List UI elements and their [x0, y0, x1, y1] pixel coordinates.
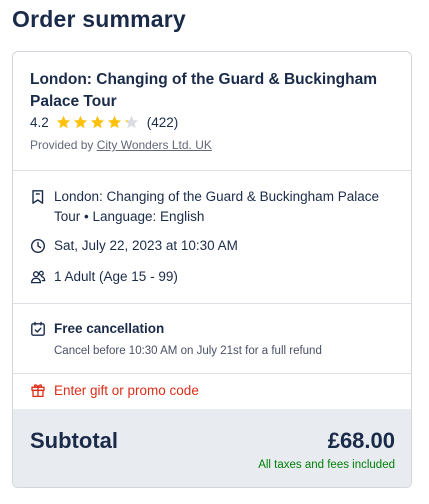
tour-language-row: London: Changing of the Guard & Buckingh…: [30, 187, 394, 227]
clock-icon: [30, 238, 46, 254]
calendar-check-icon: [30, 321, 46, 337]
cancellation-subtitle: Cancel before 10:30 AM on July 21st for …: [54, 345, 322, 357]
subtotal-label: Subtotal: [30, 428, 118, 453]
page-title: Order summary: [12, 6, 186, 32]
rating-row: 4.2 (422): [30, 115, 178, 130]
provider-line: Provided by City Wonders Ltd. UK: [30, 138, 212, 152]
divider: [13, 170, 411, 171]
cancellation-title: Free cancellation: [54, 321, 165, 336]
gift-icon: [30, 382, 46, 398]
tax-note: All taxes and fees included: [258, 459, 395, 471]
participants-text: 1 Adult (Age 15 - 99): [54, 269, 178, 284]
datetime-text: Sat, July 22, 2023 at 10:30 AM: [54, 238, 238, 253]
rating-stars: [56, 115, 141, 130]
ticket-language-icon: [30, 189, 46, 205]
provider-link[interactable]: City Wonders Ltd. UK: [97, 138, 212, 152]
subtotal-panel: Subtotal £68.00 All taxes and fees inclu…: [13, 409, 411, 487]
star-icon: [90, 115, 105, 130]
star-icon: [107, 115, 122, 130]
subtotal-amount: £68.00: [327, 428, 395, 453]
provider-prefix: Provided by: [30, 138, 94, 152]
participants-icon: [30, 269, 46, 285]
order-summary-card: London: Changing of the Guard & Buckingh…: [12, 51, 412, 488]
tour-language-text: London: Changing of the Guard & Buckingh…: [54, 189, 379, 224]
divider: [13, 303, 411, 304]
rating-value: 4.2: [30, 115, 49, 130]
promo-code-label: Enter gift or promo code: [54, 382, 199, 398]
divider: [13, 373, 411, 374]
star-icon: [56, 115, 71, 130]
datetime-row: Sat, July 22, 2023 at 10:30 AM: [30, 236, 394, 256]
cancellation-row: Free cancellation Cancel before 10:30 AM…: [30, 319, 322, 361]
star-icon: [73, 115, 88, 130]
review-count: (422): [146, 115, 179, 130]
participants-row: 1 Adult (Age 15 - 99): [30, 267, 394, 287]
star-icon: [124, 115, 139, 130]
tour-title: London: Changing of the Guard & Buckingh…: [30, 71, 378, 110]
promo-code-link[interactable]: Enter gift or promo code: [30, 382, 199, 398]
